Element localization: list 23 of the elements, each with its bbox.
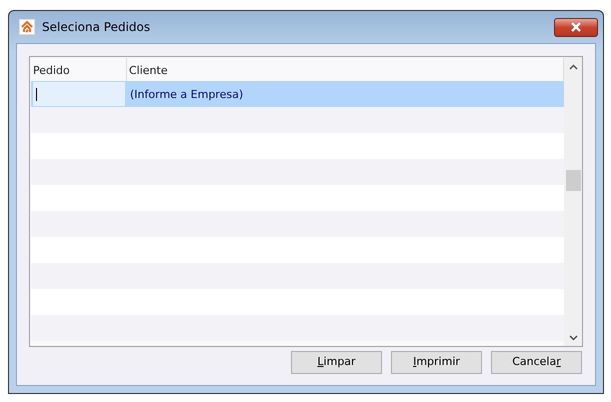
table-row[interactable] <box>31 237 564 263</box>
dialog-button[interactable]: Limpar <box>291 351 382 374</box>
window-title: Seleciona Pedidos <box>42 19 150 36</box>
dialog-button[interactable]: Cancelar <box>491 351 582 374</box>
scroll-thumb[interactable] <box>566 170 580 191</box>
table-row[interactable] <box>31 133 564 159</box>
table-row[interactable] <box>31 289 564 315</box>
close-button[interactable] <box>554 18 598 36</box>
table-row[interactable] <box>31 159 564 185</box>
table-row[interactable] <box>31 107 564 133</box>
dialog-button[interactable]: Imprimir <box>391 351 482 374</box>
pedido-input-field[interactable] <box>33 82 125 106</box>
table-row[interactable]: (Informe a Empresa) <box>31 81 564 107</box>
table-row[interactable] <box>31 315 564 341</box>
close-icon <box>570 22 582 32</box>
scroll-up-icon[interactable] <box>568 64 578 70</box>
table-row[interactable] <box>31 263 564 289</box>
table-row[interactable] <box>31 211 564 237</box>
table-cell: (Informe a Empresa) <box>130 88 244 101</box>
app-icon <box>19 19 35 35</box>
scroll-down-icon[interactable] <box>568 335 578 341</box>
scrollbar[interactable] <box>564 57 582 346</box>
table-row[interactable] <box>31 185 564 211</box>
